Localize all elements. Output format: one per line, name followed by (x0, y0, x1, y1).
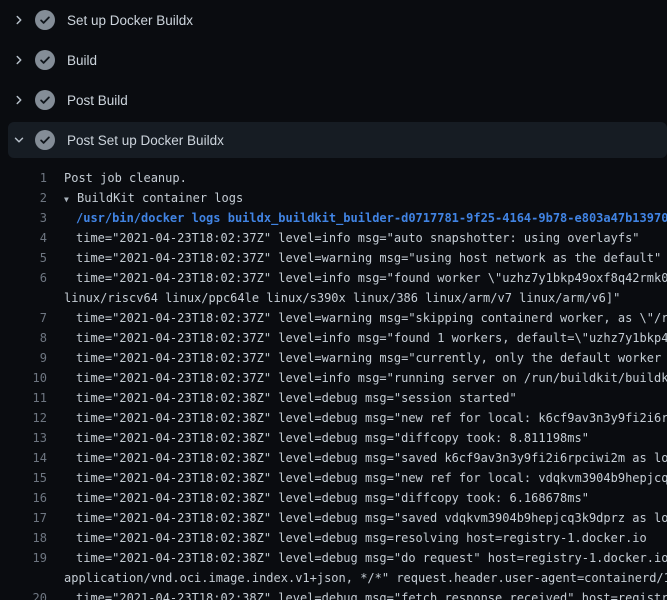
log-line-text: time="2021-04-23T18:02:38Z" level=debug … (76, 388, 517, 408)
log-line-number[interactable]: 3 (0, 208, 47, 228)
log-line-text: time="2021-04-23T18:02:38Z" level=debug … (76, 428, 589, 448)
log-line: 17 time="2021-04-23T18:02:38Z" level=debu… (0, 508, 667, 528)
log-line-text: ▼BuildKit container logs (64, 188, 243, 208)
log-line-number[interactable]: 9 (0, 348, 47, 368)
log-line-text: time="2021-04-23T18:02:38Z" level=debug … (76, 528, 647, 548)
actions-log-panel: Set up Docker Buildx Build Post Build Post … (0, 0, 667, 600)
log-line-number[interactable]: 18 (0, 528, 47, 548)
log-line-number[interactable]: 15 (0, 468, 47, 488)
log-line-text: time="2021-04-23T18:02:38Z" level=debug … (76, 548, 667, 568)
log-line-text: time="2021-04-23T18:02:37Z" level=info m… (76, 328, 667, 348)
log-line-number[interactable]: 19 (0, 548, 47, 568)
step-title: Set up Docker Buildx (67, 13, 193, 28)
log-line-number[interactable]: 12 (0, 408, 47, 428)
log-line: 9 time="2021-04-23T18:02:37Z" level=warni… (0, 348, 667, 368)
log-line: 18 time="2021-04-23T18:02:38Z" level=debu… (0, 528, 667, 548)
log-line: 16 time="2021-04-23T18:02:38Z" level=debu… (0, 488, 667, 508)
log-line: 2 ▼BuildKit container logs (0, 188, 667, 208)
log-line-number[interactable]: 14 (0, 448, 47, 468)
log-line: 11 time="2021-04-23T18:02:38Z" level=debu… (0, 388, 667, 408)
log-line-text: time="2021-04-23T18:02:37Z" level=info m… (76, 228, 640, 248)
check-circle-icon (35, 10, 55, 30)
log-line: 12 time="2021-04-23T18:02:38Z" level=debu… (0, 408, 667, 428)
chevron-right-icon (13, 54, 25, 66)
log-line-number[interactable]: 8 (0, 328, 47, 348)
log-line-number[interactable]: 4 (0, 228, 47, 248)
log-line-text: time="2021-04-23T18:02:37Z" level=info m… (76, 368, 667, 388)
step-title: Post Set up Docker Buildx (67, 133, 224, 148)
log-line: 15 time="2021-04-23T18:02:38Z" level=debu… (0, 468, 667, 488)
log-line-number[interactable]: 5 (0, 248, 47, 268)
log-line-text: time="2021-04-23T18:02:38Z" level=debug … (76, 508, 667, 528)
step-header-post-set-up-docker-buildx[interactable]: Post Set up Docker Buildx (8, 122, 667, 158)
log-line-number (0, 568, 47, 588)
log-line-text: time="2021-04-23T18:02:37Z" level=warnin… (76, 248, 661, 268)
check-circle-icon (35, 90, 55, 110)
log-line: 6 time="2021-04-23T18:02:37Z" level=info … (0, 268, 667, 288)
step-title: Post Build (67, 93, 128, 108)
log-group-label: BuildKit container logs (77, 191, 243, 205)
chevron-right-icon (13, 94, 25, 106)
log-line-text: linux/riscv64 linux/ppc64le linux/s390x … (64, 288, 620, 308)
log-line-text: time="2021-04-23T18:02:37Z" level=warnin… (76, 348, 667, 368)
log-line: 1 Post job cleanup. (0, 168, 667, 188)
log-line: 5 time="2021-04-23T18:02:37Z" level=warni… (0, 248, 667, 268)
step-list: Set up Docker Buildx Build Post Build Post … (0, 0, 667, 158)
log-line-number[interactable]: 2 (0, 188, 47, 208)
log-line-text: time="2021-04-23T18:02:38Z" level=debug … (76, 468, 667, 488)
log-line-number[interactable]: 10 (0, 368, 47, 388)
log-line-number[interactable]: 7 (0, 308, 47, 328)
log-line-text: time="2021-04-23T18:02:37Z" level=info m… (76, 268, 667, 288)
log-line: 14 time="2021-04-23T18:02:38Z" level=debu… (0, 448, 667, 468)
log-line-number[interactable]: 13 (0, 428, 47, 448)
step-title: Build (67, 53, 97, 68)
step-header-build[interactable]: Build (0, 40, 667, 80)
log-line: linux/riscv64 linux/ppc64le linux/s390x … (0, 288, 667, 308)
step-header-set-up-docker-buildx[interactable]: Set up Docker Buildx (0, 0, 667, 40)
chevron-down-icon (13, 134, 25, 146)
log-line: 4 time="2021-04-23T18:02:37Z" level=info … (0, 228, 667, 248)
log-line-text: time="2021-04-23T18:02:38Z" level=debug … (76, 448, 667, 468)
log-line: 7 time="2021-04-23T18:02:37Z" level=warni… (0, 308, 667, 328)
log-line: 20 time="2021-04-23T18:02:38Z" level=debu… (0, 588, 667, 600)
log-line-text: Post job cleanup. (64, 168, 187, 188)
log-line-number (0, 288, 47, 308)
log-line: 8 time="2021-04-23T18:02:37Z" level=info … (0, 328, 667, 348)
log-line: 13 time="2021-04-23T18:02:38Z" level=debu… (0, 428, 667, 448)
log-line-number[interactable]: 11 (0, 388, 47, 408)
log-line-text: time="2021-04-23T18:02:38Z" level=debug … (76, 488, 589, 508)
triangle-down-icon[interactable]: ▼ (64, 190, 77, 208)
log-line: 3/usr/bin/docker logs buildx_buildkit_bu… (0, 208, 667, 228)
log-line: 19 time="2021-04-23T18:02:38Z" level=debu… (0, 548, 667, 568)
log-command-text: /usr/bin/docker logs buildx_buildkit_bui… (76, 208, 667, 228)
log-line-number[interactable]: 17 (0, 508, 47, 528)
log-line-number[interactable]: 16 (0, 488, 47, 508)
log-area: 1 Post job cleanup. 2 ▼BuildKit container l… (0, 160, 667, 600)
log-line-text: application/vnd.oci.image.index.v1+json,… (64, 568, 667, 588)
log-line-text: time="2021-04-23T18:02:37Z" level=warnin… (76, 308, 667, 328)
log-line-text: time="2021-04-23T18:02:38Z" level=debug … (76, 408, 667, 428)
step-header-post-build[interactable]: Post Build (0, 80, 667, 120)
log-line-number[interactable]: 6 (0, 268, 47, 288)
check-circle-icon (35, 50, 55, 70)
log-line-text: time="2021-04-23T18:02:38Z" level=debug … (76, 588, 667, 600)
log-line: application/vnd.oci.image.index.v1+json,… (0, 568, 667, 588)
log-line: 10 time="2021-04-23T18:02:37Z" level=info… (0, 368, 667, 388)
log-line-number[interactable]: 1 (0, 168, 47, 188)
check-circle-icon (35, 130, 55, 150)
chevron-right-icon (13, 14, 25, 26)
log-line-number[interactable]: 20 (0, 588, 47, 600)
